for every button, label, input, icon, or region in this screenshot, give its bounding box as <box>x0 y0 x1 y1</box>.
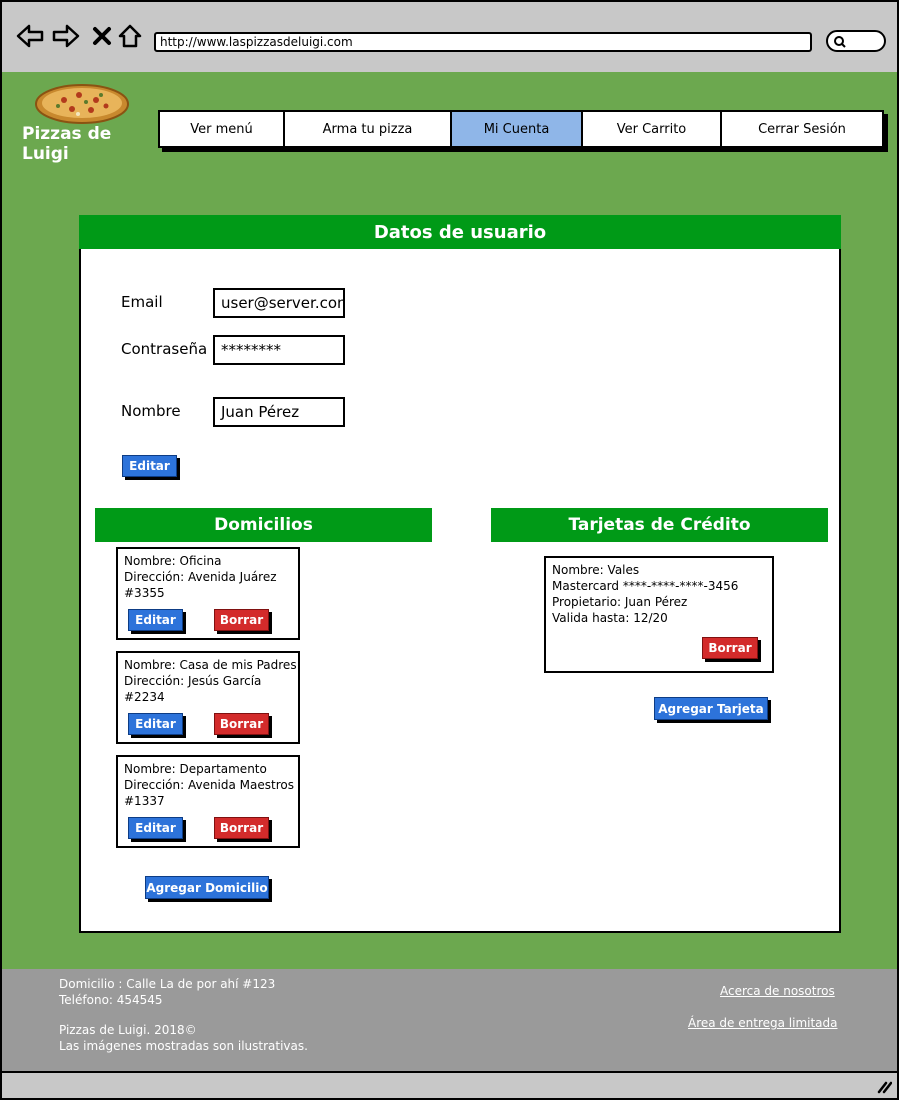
add-card-button[interactable]: Agregar Tarjeta <box>654 697 768 720</box>
edit-address-button[interactable]: Editar <box>128 609 183 631</box>
browser-search-field[interactable] <box>826 30 886 52</box>
card-owner: Propietario: Juan Pérez <box>552 595 688 609</box>
address-name: Nombre: Departamento <box>124 762 267 776</box>
nav-item-cart[interactable]: Ver Carrito <box>583 112 722 146</box>
browser-status-bar <box>0 1071 899 1100</box>
forward-arrow-icon[interactable] <box>52 22 80 50</box>
edit-address-button[interactable]: Editar <box>128 817 183 839</box>
nav-item-menu[interactable]: Ver menú <box>160 112 285 146</box>
add-address-button[interactable]: Agregar Domicilio <box>145 876 269 899</box>
address-number: #3355 <box>124 586 165 600</box>
delete-address-button[interactable]: Borrar <box>214 609 269 631</box>
email-field[interactable]: user@server.com <box>213 288 345 318</box>
about-link[interactable]: Acerca de nosotros <box>720 984 835 998</box>
edit-user-button[interactable]: Editar <box>122 455 177 477</box>
edit-address-button[interactable]: Editar <box>128 713 183 735</box>
home-icon[interactable] <box>116 22 144 50</box>
nav-item-logout[interactable]: Cerrar Sesión <box>722 112 882 146</box>
main-nav: Ver menú Arma tu pizza Mi Cuenta Ver Car… <box>158 110 884 148</box>
name-label: Nombre <box>121 402 181 420</box>
search-icon <box>834 36 846 48</box>
card-name: Nombre: Vales <box>552 563 640 577</box>
footer-copyright: Pizzas de Luigi. 2018© <box>59 1023 197 1037</box>
panel-title: Datos de usuario <box>79 215 841 249</box>
nav-item-build-pizza[interactable]: Arma tu pizza <box>285 112 452 146</box>
delivery-area-link[interactable]: Área de entrega limitada <box>688 1016 838 1030</box>
address-number: #2234 <box>124 690 165 704</box>
address-street: Dirección: Jesús García <box>124 674 262 688</box>
address-name: Nombre: Oficina <box>124 554 222 568</box>
address-number: #1337 <box>124 794 165 808</box>
url-bar[interactable]: http://www.laspizzasdeluigi.com <box>154 32 812 52</box>
resize-grip-icon[interactable] <box>876 1078 893 1094</box>
address-street: Dirección: Avenida Maestros <box>124 778 294 792</box>
pizza-logo[interactable] <box>34 80 130 124</box>
footer-disclaimer: Las imágenes mostradas son ilustrativas. <box>59 1039 308 1053</box>
cards-title: Tarjetas de Crédito <box>491 508 828 542</box>
close-icon[interactable] <box>88 22 116 50</box>
card-number: Mastercard ****-****-****-3456 <box>552 579 739 593</box>
delete-card-button[interactable]: Borrar <box>702 637 758 659</box>
password-label: Contraseña <box>121 340 208 358</box>
address-street: Dirección: Avenida Juárez <box>124 570 277 584</box>
back-arrow-icon[interactable] <box>16 22 44 50</box>
address-name: Nombre: Casa de mis Padres <box>124 658 297 672</box>
brand-name[interactable]: Pizzas de Luigi <box>22 124 156 164</box>
delete-address-button[interactable]: Borrar <box>214 713 269 735</box>
nav-item-my-account[interactable]: Mi Cuenta <box>452 112 583 146</box>
addresses-title: Domicilios <box>95 508 432 542</box>
footer-address: Domicilio : Calle La de por ahí #123 <box>59 977 276 991</box>
footer-phone: Teléfono: 454545 <box>59 993 163 1007</box>
password-field[interactable]: ******** <box>213 335 345 365</box>
email-label: Email <box>121 293 163 311</box>
delete-address-button[interactable]: Borrar <box>214 817 269 839</box>
name-field[interactable]: Juan Pérez <box>213 397 345 427</box>
card-expiry: Valida hasta: 12/20 <box>552 611 668 625</box>
